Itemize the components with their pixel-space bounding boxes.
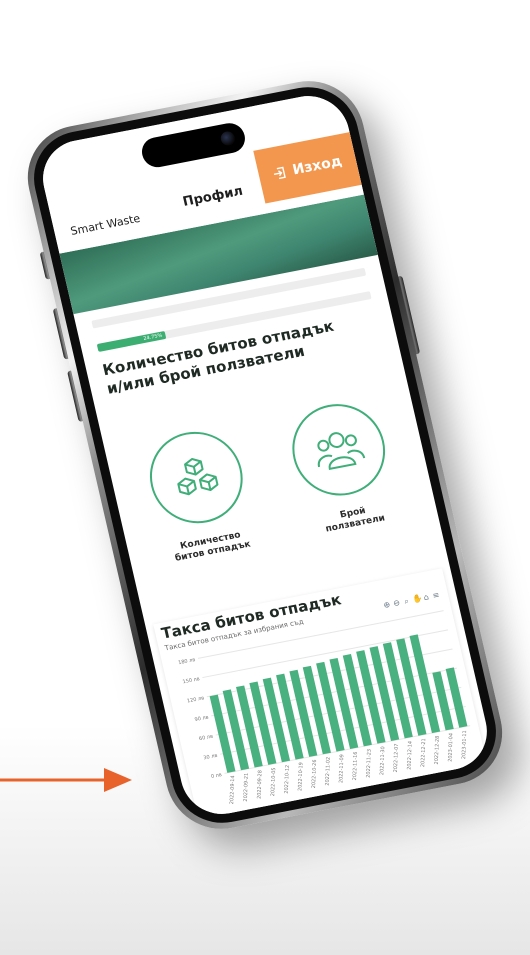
x-tick-label: 2022-11-02 bbox=[325, 757, 332, 786]
x-tick-label: 2022-09-28 bbox=[256, 770, 263, 799]
x-tick-label: 2022-12-07 bbox=[393, 743, 400, 772]
home-icon[interactable]: ⌂ bbox=[421, 592, 431, 602]
phone-mockup: Smart Waste Профил Изход 24.75% Количест… bbox=[17, 71, 513, 839]
choice-options: Количество битов отпадък Брой ползватели bbox=[114, 391, 428, 571]
x-tick-label: 2023-01-04 bbox=[447, 733, 454, 762]
pan-icon[interactable]: ✋ bbox=[411, 594, 423, 605]
x-tick-label: 2022-10-26 bbox=[311, 759, 318, 788]
option-users-count[interactable]: Брой ползватели bbox=[269, 394, 416, 542]
x-tick-label: 2022-10-05 bbox=[270, 767, 277, 796]
zoom-in-icon[interactable]: ⊕ bbox=[382, 600, 392, 610]
users-icon bbox=[316, 432, 365, 471]
pointer-arrow bbox=[0, 768, 132, 792]
progress-fill: 24.75% bbox=[96, 331, 167, 352]
camera-icon bbox=[219, 130, 237, 147]
option-label-users: Брой ползватели bbox=[293, 497, 416, 541]
x-tick-label: 2022-10-12 bbox=[284, 765, 291, 794]
y-tick-label: 0 лв bbox=[210, 772, 222, 780]
option-circle[interactable] bbox=[282, 396, 394, 504]
y-tick-label: 30 лв bbox=[203, 753, 218, 762]
y-tick-label: 60 лв bbox=[198, 734, 213, 743]
x-tick-label: 2023-01-11 bbox=[461, 730, 468, 759]
x-tick-label: 2022-12-14 bbox=[407, 741, 414, 770]
y-tick-label: 180 лв bbox=[178, 657, 196, 666]
x-tick-label: 2022-12-21 bbox=[420, 738, 427, 767]
x-tick-label: 2022-09-14 bbox=[229, 775, 236, 804]
progress-label: 24.75% bbox=[142, 332, 163, 343]
x-tick-label: 2022-12-28 bbox=[434, 736, 441, 765]
y-tick-label: 150 лв bbox=[182, 676, 200, 685]
magnify-icon[interactable]: ⌕ bbox=[402, 596, 412, 606]
x-tick-label: 2022-11-16 bbox=[352, 751, 359, 780]
x-tick-label: 2022-09-21 bbox=[243, 773, 250, 802]
x-tick-label: 2022-10-19 bbox=[297, 762, 304, 791]
zoom-out-icon[interactable]: ⊖ bbox=[392, 598, 402, 608]
x-tick-label: 2022-11-30 bbox=[379, 746, 386, 775]
y-tick-label: 90 лв bbox=[194, 715, 209, 724]
logout-label: Изход bbox=[291, 153, 344, 179]
x-tick-label: 2022-11-09 bbox=[338, 754, 345, 783]
x-tick-label: 2022-11-23 bbox=[366, 749, 373, 778]
page-title[interactable]: Профил bbox=[181, 184, 244, 210]
option-waste-amount[interactable]: Количество битов отпадък bbox=[127, 421, 274, 569]
brand-name[interactable]: Smart Waste bbox=[69, 212, 141, 238]
y-tick-label: 120 лв bbox=[187, 695, 205, 704]
logout-button[interactable]: Изход bbox=[253, 132, 362, 204]
option-circle[interactable] bbox=[140, 424, 252, 532]
boxes-icon bbox=[176, 458, 218, 496]
menu-icon[interactable]: ≡ bbox=[431, 590, 441, 600]
logout-icon bbox=[274, 166, 286, 180]
option-label-waste: Количество битов отпадък bbox=[150, 525, 273, 569]
